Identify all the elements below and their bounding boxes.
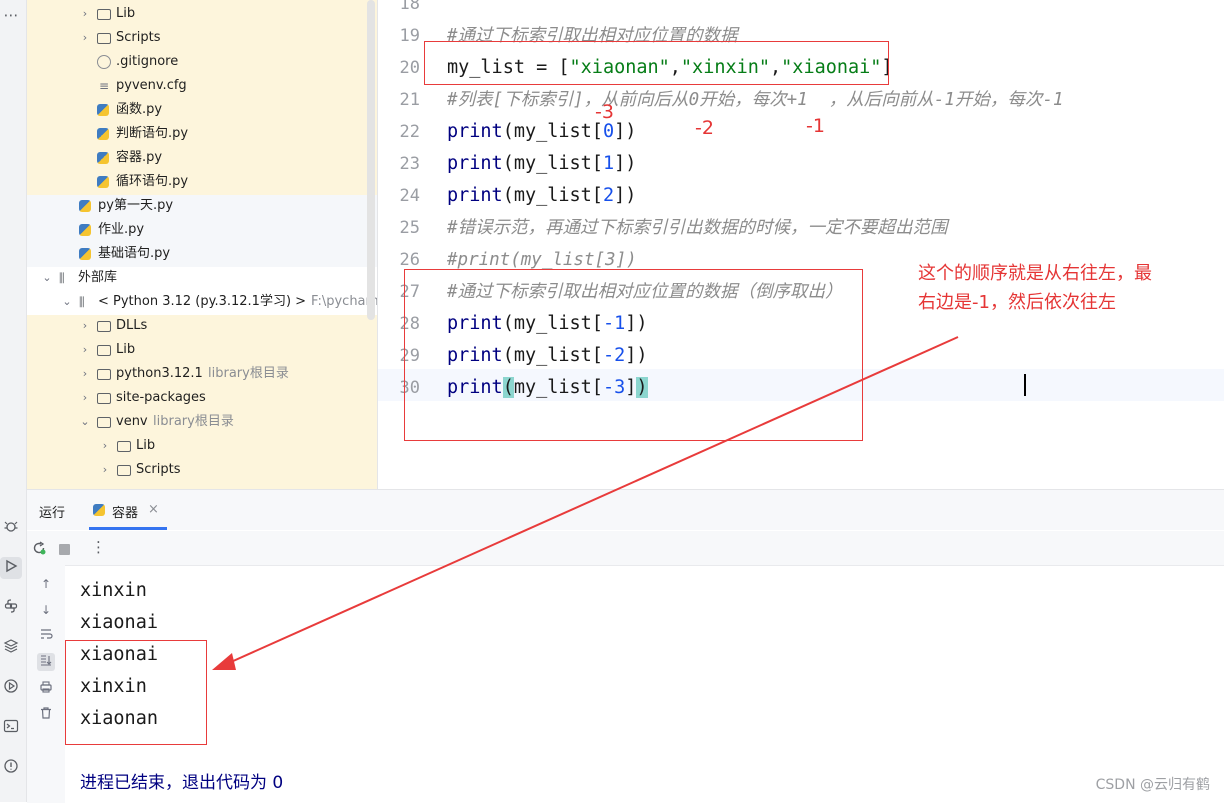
- annotation-arrow: [212, 336, 959, 670]
- annotation-arrow-line: [221, 336, 959, 667]
- watermark: CSDN @云归有鹤: [1095, 777, 1210, 793]
- annotation-arrowhead: [212, 653, 236, 670]
